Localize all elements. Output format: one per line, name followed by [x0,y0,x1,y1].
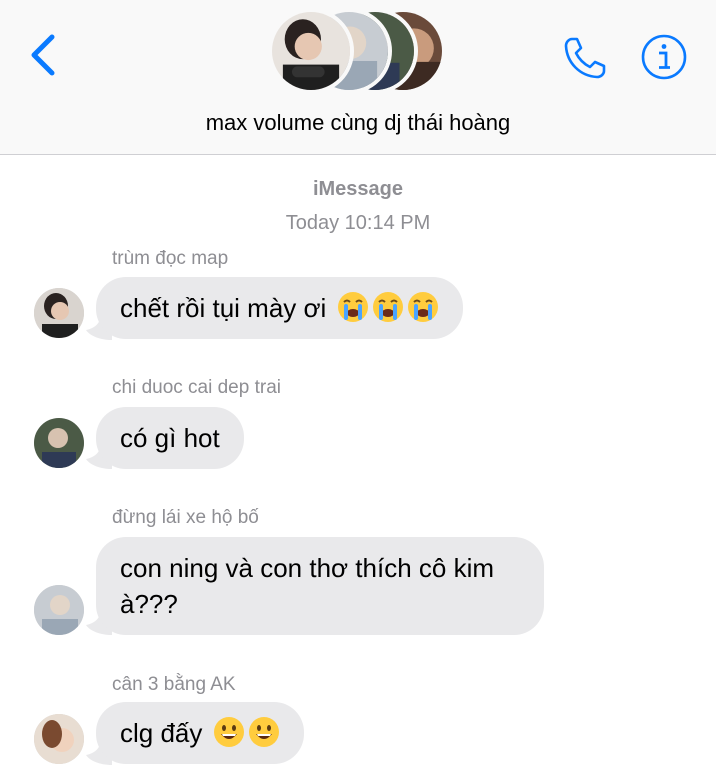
info-icon[interactable] [640,33,688,81]
message-bubble[interactable]: có gì hot [96,407,244,469]
sender-name: chi duoc cai dep trai [112,377,281,398]
sender-name: trùm đọc map [112,248,229,269]
message-bubble[interactable]: chết rồi tụi mày ơi [96,277,463,339]
sender-avatar[interactable] [34,585,84,635]
grinning-face-icon [213,717,244,747]
phone-icon[interactable] [560,33,610,83]
service-label: iMessage [312,178,404,200]
message-text: có gì hot [120,423,220,453]
crying-face-icon [372,292,403,322]
group-member-avatar [268,8,354,94]
message-text: con ning và con thơ thích cô kim [120,553,495,583]
group-avatar-stack[interactable] [268,8,448,94]
sender-name: cân 3 bằng AK [112,674,236,695]
conversation-header: max volume cùng dj thái hoàng [0,0,716,155]
timestamp: Today 10:14 PM [285,212,431,234]
sender-avatar[interactable] [34,418,84,468]
sender-avatar[interactable] [34,288,84,338]
sender-avatar[interactable] [34,714,84,764]
crying-face-icon [407,292,438,322]
message-text: clg đấy [120,718,203,748]
message-bubble[interactable]: con ning và con thơ thích cô kim à??? [96,537,544,635]
chevron-left-icon[interactable] [26,32,60,78]
grinning-face-icon [248,717,279,747]
message-text: chết rồi tụi mày ơi [120,293,327,323]
message-text: à??? [120,589,178,619]
group-title[interactable]: max volume cùng dj thái hoàng [0,110,716,136]
message-bubble[interactable]: clg đấy [96,702,304,764]
sender-name: đừng lái xe hộ bố [112,507,259,528]
crying-face-icon [337,292,368,322]
